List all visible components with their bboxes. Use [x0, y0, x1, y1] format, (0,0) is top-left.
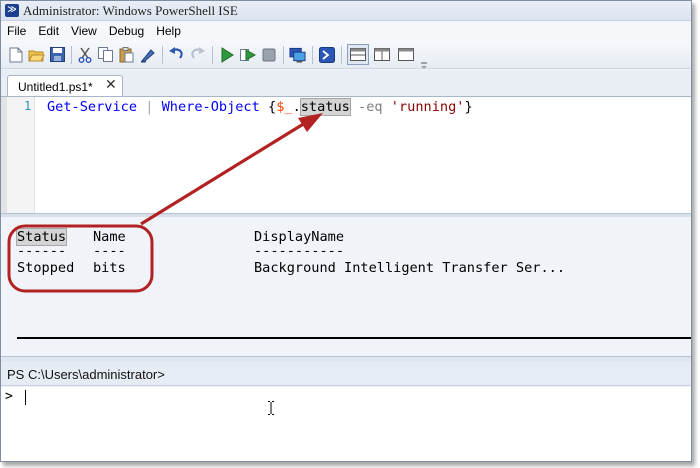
layout-max-icon[interactable] — [395, 44, 417, 65]
redo-icon[interactable] — [189, 46, 206, 63]
menu-help[interactable]: Help — [150, 22, 187, 41]
stop-icon[interactable] — [260, 46, 277, 63]
prompt-text: PS C:\Users\administrator> — [7, 367, 165, 382]
layout-top-icon[interactable] — [347, 44, 369, 65]
output-underline-name: ---- — [93, 243, 126, 259]
token-pipe: | — [145, 99, 154, 115]
token-property-highlighted: status — [299, 98, 351, 116]
new-file-icon[interactable] — [7, 46, 24, 63]
tab-strip: Untitled1.ps1* ✕ — [1, 70, 691, 97]
token-dot: . — [292, 99, 301, 115]
menu-debug[interactable]: Debug — [103, 22, 150, 41]
tab-label: Untitled1.ps1* — [18, 80, 93, 94]
token-cmdlet: Where-Object — [161, 99, 260, 115]
token-cmdlet: Get-Service — [47, 99, 138, 115]
open-folder-icon[interactable] — [28, 46, 45, 63]
close-icon[interactable]: ✕ — [105, 77, 117, 93]
cut-icon[interactable] — [76, 46, 93, 63]
output-separator — [17, 337, 691, 339]
copy-icon[interactable] — [97, 46, 114, 63]
output-cell-displayname: Background Intelligent Transfer Ser... — [254, 260, 565, 276]
output-cell-status: Stopped — [17, 260, 75, 276]
prompt-bar: PS C:\Users\administrator> — [1, 362, 691, 386]
output-pane[interactable]: Status Name DisplayName ------ ---- ----… — [1, 217, 691, 356]
undo-icon[interactable] — [168, 46, 185, 63]
menu-file[interactable]: File — [1, 22, 32, 41]
toolbar — [1, 41, 691, 69]
powershell-ise-window: ≫ Administrator: Windows PowerShell ISE … — [0, 0, 692, 462]
clear-icon[interactable] — [139, 46, 156, 63]
command-pane[interactable]: > — [1, 387, 691, 461]
line-number: 1 — [24, 99, 32, 113]
text-caret — [25, 390, 26, 405]
remote-powershell-icon[interactable] — [289, 46, 306, 63]
menu-edit[interactable]: Edit — [32, 22, 65, 41]
token-brace: { — [268, 99, 277, 115]
ibeam-cursor-icon — [268, 401, 274, 415]
code-line[interactable]: Get-Service | Where-Object {$_.status -e… — [47, 98, 473, 116]
run-selection-icon[interactable] — [239, 46, 256, 63]
token-variable: $_ — [276, 99, 293, 115]
title-bar: ≫ Administrator: Windows PowerShell ISE — [1, 1, 691, 21]
menu-view[interactable]: View — [65, 22, 103, 41]
window-title: Administrator: Windows PowerShell ISE — [23, 3, 238, 18]
output-underline-status: ------ — [17, 243, 67, 259]
script-editor[interactable]: 1 Get-Service | Where-Object {$_.status … — [1, 96, 691, 213]
toolbar-overflow-icon[interactable] — [421, 57, 427, 69]
output-cell-name: bits — [93, 260, 126, 276]
console-prompt: > — [5, 389, 13, 404]
powershell-console-icon[interactable] — [318, 46, 335, 63]
menu-bar: File Edit View Debug Help — [1, 22, 691, 41]
token-brace: } — [464, 99, 473, 115]
paste-icon[interactable] — [118, 46, 135, 63]
line-number-gutter: 1 — [1, 97, 35, 213]
layout-right-icon[interactable] — [371, 44, 393, 65]
tab-untitled1[interactable]: Untitled1.ps1* ✕ — [7, 75, 123, 97]
powershell-icon: ≫ — [5, 4, 19, 17]
save-icon[interactable] — [49, 46, 66, 63]
token-operator: -eq — [358, 99, 383, 115]
run-icon[interactable] — [218, 46, 235, 63]
output-underline-displayname: ----------- — [254, 243, 345, 259]
token-string: 'running' — [390, 99, 465, 115]
